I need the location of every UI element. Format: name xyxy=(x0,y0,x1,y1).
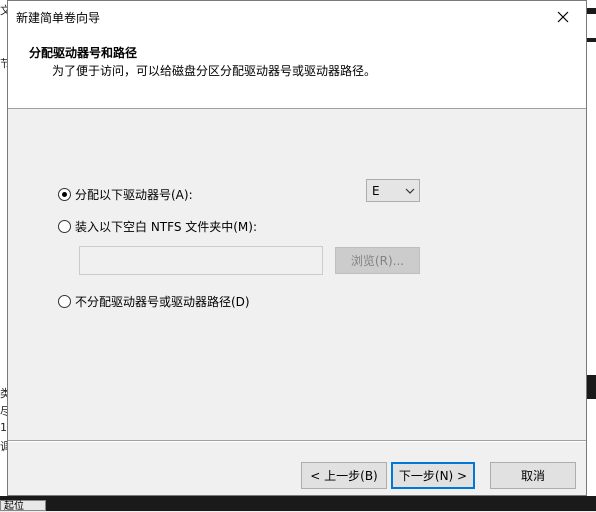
title-bar: 新建简单卷向导 xyxy=(8,1,586,32)
radio-button[interactable] xyxy=(58,220,71,233)
option-label: 不分配驱动器号或驱动器路径(D) xyxy=(75,295,250,309)
footer-divider xyxy=(8,440,586,442)
back-button[interactable]: < 上一步(B) xyxy=(301,462,387,489)
option-label: 分配以下驱动器号(A): xyxy=(75,188,193,202)
folder-path-input[interactable] xyxy=(79,246,323,275)
wizard-header: 分配驱动器号和路径 为了便于访问，可以给磁盘分区分配驱动器号或驱动器路径。 xyxy=(8,32,586,109)
drive-letter-select[interactable]: E xyxy=(366,179,420,202)
window-title: 新建简单卷向导 xyxy=(16,11,101,25)
page-description: 为了便于访问，可以给磁盘分区分配驱动器号或驱动器路径。 xyxy=(52,64,377,78)
background-tab: 起位 xyxy=(0,500,46,512)
radio-assign-drive-letter[interactable]: 分配以下驱动器号(A): xyxy=(58,186,193,203)
next-button[interactable]: 下一步(N) > xyxy=(391,462,475,489)
background-text-fragment: 1 xyxy=(0,421,7,434)
background-bar xyxy=(587,375,596,399)
page-title: 分配驱动器号和路径 xyxy=(29,46,138,60)
background-window-right xyxy=(587,0,596,511)
background-taskbar-strip: 起位 xyxy=(0,496,596,512)
radio-mount-ntfs-folder[interactable]: 装入以下空白 NTFS 文件夹中(M): xyxy=(58,218,257,235)
radio-button[interactable] xyxy=(58,295,71,308)
cancel-button[interactable]: 取消 xyxy=(490,462,576,489)
radio-button-checked[interactable] xyxy=(58,188,71,201)
radio-no-drive-letter[interactable]: 不分配驱动器号或驱动器路径(D) xyxy=(58,293,250,310)
background-bar xyxy=(587,38,596,42)
drive-letter-value: E xyxy=(372,183,380,198)
background-bar xyxy=(587,8,596,14)
option-label: 装入以下空白 NTFS 文件夹中(M): xyxy=(75,220,258,234)
close-icon xyxy=(557,11,569,22)
browse-button[interactable]: 浏览(R)... xyxy=(335,247,420,274)
chevron-down-icon xyxy=(405,188,415,194)
close-button[interactable] xyxy=(540,1,586,32)
new-simple-volume-wizard: 新建简单卷向导 分配驱动器号和路径 为了便于访问，可以给磁盘分区分配驱动器号或驱… xyxy=(7,0,587,496)
